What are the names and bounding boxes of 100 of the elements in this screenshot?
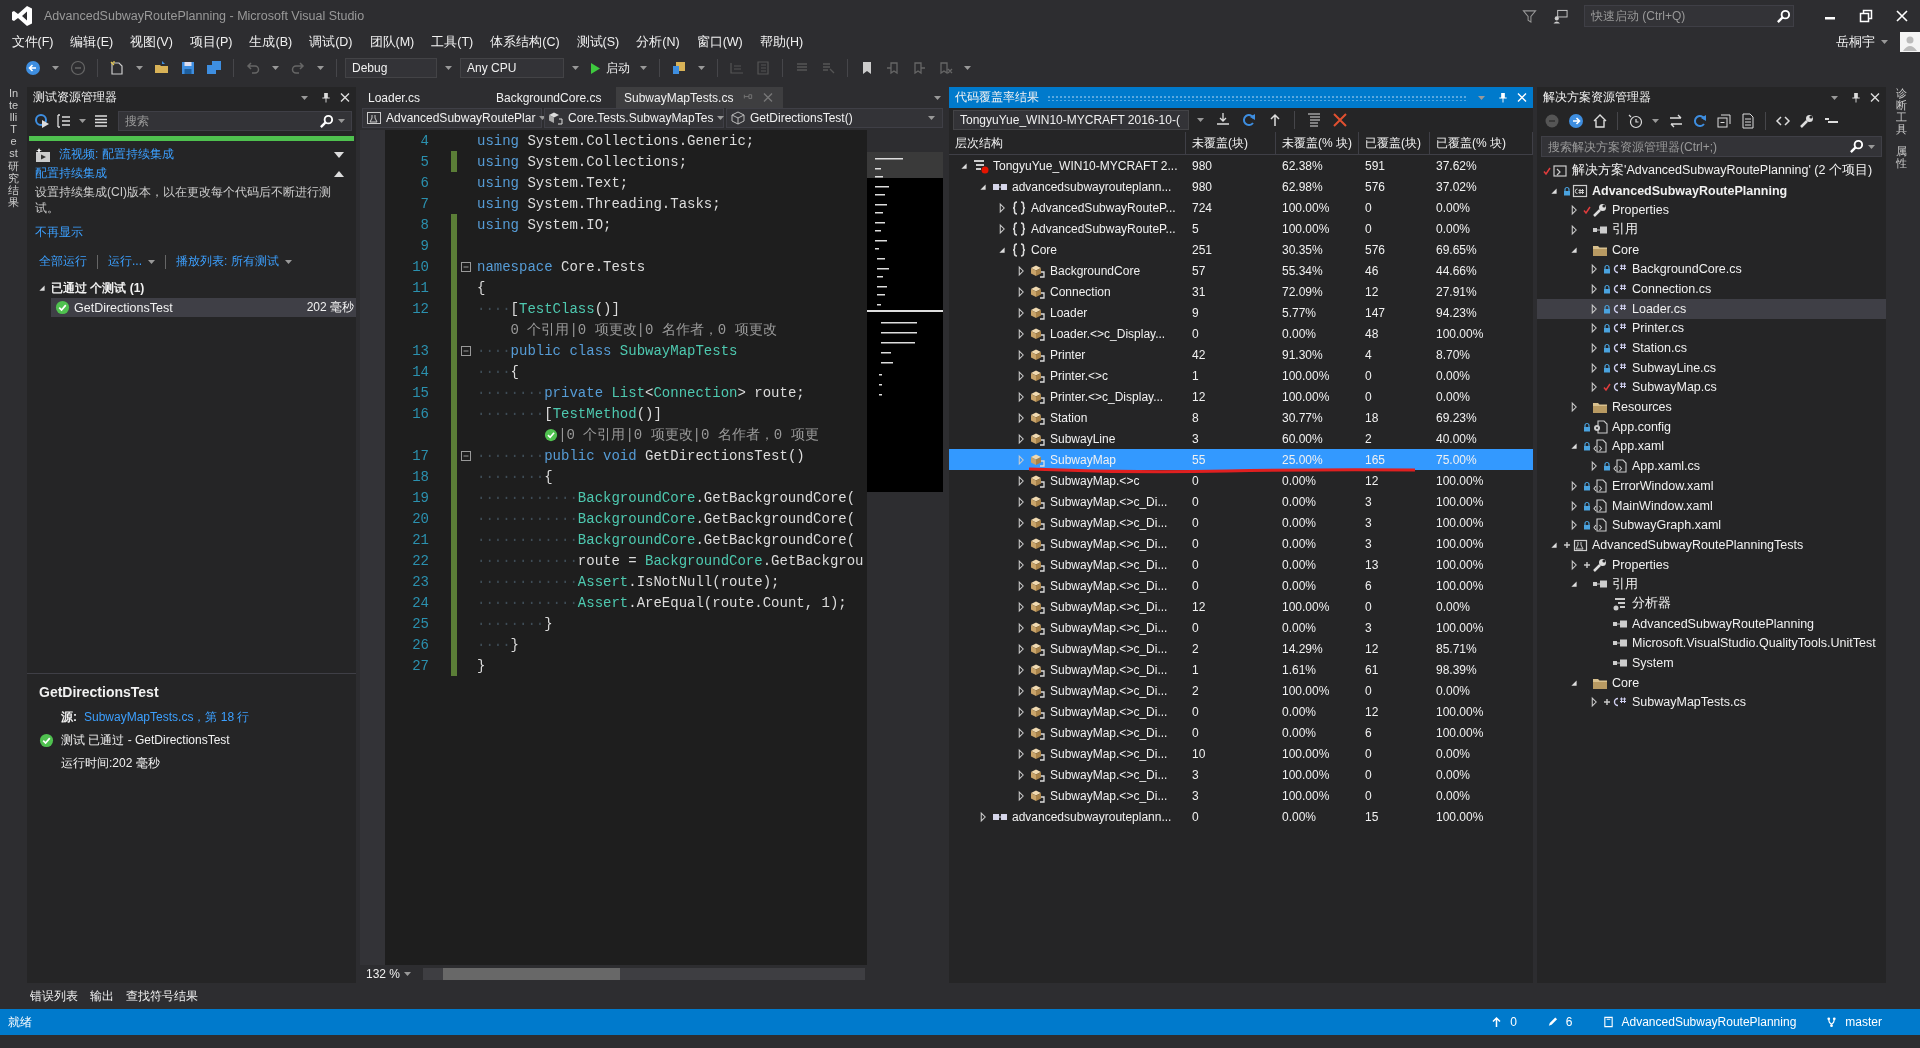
configuration-dropdown[interactable]: Debug: [345, 58, 437, 78]
open-folder-icon[interactable]: [154, 60, 170, 76]
coverage-row[interactable]: SubwayMap.<>c_Di... 2 14.29% 12 85.71%: [949, 638, 1533, 659]
coloring-icon[interactable]: [1306, 112, 1322, 128]
user-menu-caret-icon[interactable]: [1881, 40, 1888, 44]
undo-caret-icon[interactable]: [272, 66, 279, 70]
navigation-dropdown[interactable]: Core.Tests.SubwayMapTes: [544, 108, 724, 128]
coverage-row[interactable]: SubwayMap.<>c_Di... 0 0.00% 13 100.00%: [949, 554, 1533, 575]
sync-icon[interactable]: [1668, 113, 1684, 129]
tree-item[interactable]: Microsoft.VisualStudio.QualityTools.UnitTest: [1537, 633, 1886, 654]
quick-launch-field[interactable]: 快速启动 (Ctrl+Q): [1584, 5, 1794, 27]
expand-icon[interactable]: [334, 151, 344, 158]
dropdown-caret-icon[interactable]: [1197, 118, 1204, 122]
action-link[interactable]: 播放列表: 所有测试: [176, 253, 279, 270]
collapse-toggle-icon[interactable]: [461, 450, 471, 461]
coverage-row[interactable]: SubwayMap.<>c_Di... 1 1.61% 61 98.39%: [949, 659, 1533, 680]
menu-item[interactable]: 体系结构(C): [482, 33, 568, 51]
code-lens[interactable]: |0 个引用|0 项更改|0 名作者，0 项更: [558, 425, 819, 444]
search-icon[interactable]: [1849, 139, 1864, 154]
coverage-row[interactable]: Loader.<>c_Display... 0 0.00% 48 100.00%: [949, 323, 1533, 344]
new-item-icon[interactable]: [109, 60, 125, 76]
bottom-tab[interactable]: 查找符号结果: [126, 987, 198, 1005]
coverage-row[interactable]: Connection 31 72.09% 12 27.91%: [949, 281, 1533, 302]
tree-item[interactable]: Station.cs: [1537, 338, 1886, 358]
panel-menu-caret-icon[interactable]: [301, 95, 308, 100]
coverage-row[interactable]: AdvancedSubwayRouteP... 5 100.00% 0 0.00%: [949, 218, 1533, 239]
history-caret-icon[interactable]: [1652, 119, 1659, 123]
dropdown-caret-icon[interactable]: [148, 259, 155, 264]
tree-item[interactable]: App.config: [1537, 416, 1886, 437]
collapse-toggle-icon[interactable]: [461, 261, 471, 272]
coverage-row[interactable]: SubwayMap.<>c_Di... 0 0.00% 3 100.00%: [949, 491, 1533, 512]
tree-item[interactable]: App.xaml.cs: [1537, 456, 1886, 476]
tree-item[interactable]: AdvancedSubwayRoutePlanning: [1537, 180, 1886, 201]
menu-item[interactable]: 窗口(W): [689, 33, 751, 51]
clear-bookmarks-icon[interactable]: [937, 60, 953, 76]
column-header[interactable]: 已覆盖(块): [1359, 132, 1430, 154]
attach-icon[interactable]: [671, 60, 687, 76]
coverage-row[interactable]: Station 8 30.77% 18 69.23%: [949, 407, 1533, 428]
coverage-row[interactable]: SubwayMap.<>c_Di... 12 100.00% 0 0.00%: [949, 596, 1533, 617]
test-item[interactable]: GetDirectionsTest 202 毫秒: [51, 298, 356, 317]
zoom-dropdown[interactable]: 132 %: [360, 967, 401, 981]
restore-icon[interactable]: [1858, 8, 1874, 24]
column-header[interactable]: 未覆盖(块): [1186, 132, 1276, 154]
tree-item[interactable]: SubwayGraph.xaml: [1537, 515, 1886, 536]
group-by-caret-icon[interactable]: [79, 119, 86, 123]
tree-item[interactable]: Properties: [1537, 554, 1886, 575]
code-minimap[interactable]: [867, 152, 943, 492]
search-options-caret-icon[interactable]: [338, 119, 345, 123]
tree-item[interactable]: Core: [1537, 672, 1886, 693]
navigation-dropdown[interactable]: GetDirectionsTest(): [726, 108, 943, 128]
forward-icon[interactable]: [1568, 113, 1584, 129]
redo-caret-icon[interactable]: [317, 66, 324, 70]
search-options-caret-icon[interactable]: [1868, 144, 1875, 149]
play-icon[interactable]: [591, 62, 600, 74]
menu-item[interactable]: 视图(V): [122, 33, 181, 51]
tree-item[interactable]: AdvancedSubwayRoutePlanningTests: [1537, 535, 1886, 555]
menu-item[interactable]: 测试(S): [569, 33, 627, 51]
coverage-row[interactable]: SubwayMap.<>c_Di... 0 0.00% 6 100.00%: [949, 575, 1533, 596]
menu-item[interactable]: 分析(N): [628, 33, 688, 51]
horizontal-scrollbar[interactable]: [423, 968, 865, 980]
attach-caret-icon[interactable]: [698, 66, 705, 70]
pending-pushes[interactable]: 0: [1510, 1015, 1517, 1029]
tree-item[interactable]: Properties: [1537, 200, 1886, 221]
column-header[interactable]: 已覆盖(% 块): [1430, 132, 1533, 154]
bottom-tab[interactable]: 输出: [90, 987, 114, 1005]
editor-tab[interactable]: BackgroundCore.cs: [488, 87, 616, 108]
repository-icon[interactable]: [1602, 1016, 1614, 1028]
search-icon[interactable]: [1776, 8, 1791, 24]
menu-item[interactable]: 帮助(H): [752, 33, 811, 51]
toolbar-options-caret-icon[interactable]: [964, 66, 971, 70]
back-icon[interactable]: [25, 60, 41, 76]
coverage-row[interactable]: Loader 9 5.77% 147 94.23%: [949, 302, 1533, 323]
branch-button[interactable]: master: [1845, 1015, 1882, 1029]
pencil-icon[interactable]: [1546, 1016, 1558, 1028]
coverage-row[interactable]: SubwayMap.<>c 0 0.00% 12 100.00%: [949, 470, 1533, 491]
coverage-row[interactable]: SubwayMap.<>c_Di... 10 100.00% 0 0.00%: [949, 743, 1533, 764]
tree-item[interactable]: SubwayMap.cs: [1537, 377, 1886, 398]
group-label[interactable]: 已通过 个测试 (1): [51, 279, 145, 297]
tree-item[interactable]: 解决方案'AdvancedSubwayRoutePlanning' (2 个项目): [1537, 161, 1886, 181]
tree-item[interactable]: Connection.cs: [1537, 279, 1886, 299]
source-link[interactable]: SubwayMapTests.cs，第 18 行: [84, 709, 250, 726]
search-icon[interactable]: [319, 113, 334, 129]
close-icon[interactable]: [1894, 8, 1910, 24]
tree-item[interactable]: 引用: [1537, 220, 1886, 240]
tree-item[interactable]: Printer.cs: [1537, 318, 1886, 339]
coverage-row[interactable]: SubwayMap.<>c_Di... 3 100.00% 0 0.00%: [949, 785, 1533, 806]
coverage-row[interactable]: SubwayMap.<>c_Di... 0 0.00% 3 100.00%: [949, 533, 1533, 554]
coverage-row[interactable]: Printer.<>c 1 100.00% 0 0.00%: [949, 365, 1533, 386]
undo-icon[interactable]: [245, 60, 261, 76]
dropdown-caret-icon[interactable]: [284, 259, 292, 264]
menu-item[interactable]: 文件(F): [4, 33, 61, 51]
tree-item[interactable]: AdvancedSubwayRoutePlanning: [1537, 613, 1886, 634]
coverage-row[interactable]: SubwayLine 3 60.00% 2 40.00%: [949, 428, 1533, 449]
run-tests-icon[interactable]: [34, 113, 50, 129]
group-by-icon[interactable]: [56, 113, 72, 129]
tree-item[interactable]: BackgroundCore.cs: [1537, 259, 1886, 280]
menu-item[interactable]: 工具(T): [423, 33, 481, 51]
collapse-all-icon[interactable]: [1716, 113, 1732, 129]
coverage-row[interactable]: SubwayMap.<>c_Di... 0 0.00% 12 100.00%: [949, 701, 1533, 722]
column-header[interactable]: 层次结构: [949, 132, 1186, 154]
